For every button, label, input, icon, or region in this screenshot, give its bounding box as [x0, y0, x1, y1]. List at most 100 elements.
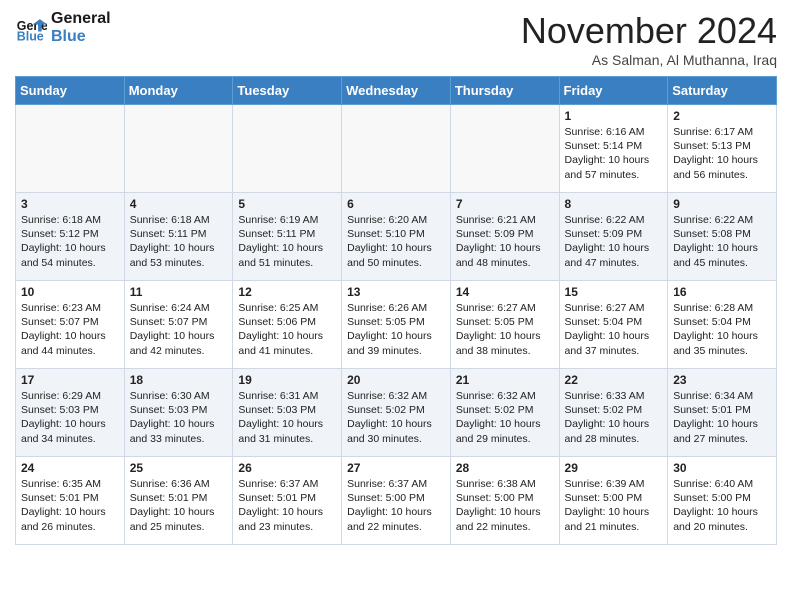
day-info: Daylight: 10 hours and 50 minutes. — [347, 241, 445, 269]
calendar-week-row: 1Sunrise: 6:16 AMSunset: 5:14 PMDaylight… — [16, 105, 777, 193]
day-info: Sunset: 5:04 PM — [673, 315, 771, 329]
day-number: 16 — [673, 285, 771, 299]
day-number: 18 — [130, 373, 228, 387]
day-info: Sunrise: 6:40 AM — [673, 477, 771, 491]
day-info: Daylight: 10 hours and 33 minutes. — [130, 417, 228, 445]
day-info: Daylight: 10 hours and 51 minutes. — [238, 241, 336, 269]
calendar-week-row: 3Sunrise: 6:18 AMSunset: 5:12 PMDaylight… — [16, 193, 777, 281]
day-number: 26 — [238, 461, 336, 475]
calendar-cell: 2Sunrise: 6:17 AMSunset: 5:13 PMDaylight… — [668, 105, 777, 193]
day-info: Sunrise: 6:16 AM — [565, 125, 663, 139]
day-info: Sunset: 5:00 PM — [673, 491, 771, 505]
day-info: Sunrise: 6:32 AM — [347, 389, 445, 403]
day-info: Sunset: 5:12 PM — [21, 227, 119, 241]
day-info: Daylight: 10 hours and 45 minutes. — [673, 241, 771, 269]
day-number: 29 — [565, 461, 663, 475]
day-number: 22 — [565, 373, 663, 387]
day-number: 3 — [21, 197, 119, 211]
day-info: Sunset: 5:02 PM — [456, 403, 554, 417]
day-info: Daylight: 10 hours and 26 minutes. — [21, 505, 119, 533]
day-info: Sunrise: 6:23 AM — [21, 301, 119, 315]
day-info: Sunrise: 6:37 AM — [347, 477, 445, 491]
day-info: Sunrise: 6:27 AM — [565, 301, 663, 315]
day-number: 13 — [347, 285, 445, 299]
day-info: Daylight: 10 hours and 30 minutes. — [347, 417, 445, 445]
day-info: Sunrise: 6:29 AM — [21, 389, 119, 403]
day-number: 2 — [673, 109, 771, 123]
day-info: Daylight: 10 hours and 56 minutes. — [673, 153, 771, 181]
day-info: Daylight: 10 hours and 22 minutes. — [347, 505, 445, 533]
calendar-cell: 4Sunrise: 6:18 AMSunset: 5:11 PMDaylight… — [124, 193, 233, 281]
calendar-cell — [450, 105, 559, 193]
calendar-cell — [233, 105, 342, 193]
calendar-cell: 25Sunrise: 6:36 AMSunset: 5:01 PMDayligh… — [124, 457, 233, 545]
calendar-cell: 10 Sunrise: 6:23 AMSunset: 5:07 PMDayligh… — [16, 281, 125, 369]
header-friday: Friday — [559, 77, 668, 105]
day-info: Sunset: 5:09 PM — [456, 227, 554, 241]
calendar-cell — [124, 105, 233, 193]
day-number: 6 — [347, 197, 445, 211]
calendar-cell: 6Sunrise: 6:20 AMSunset: 5:10 PMDaylight… — [342, 193, 451, 281]
day-info: Daylight: 10 hours and 34 minutes. — [21, 417, 119, 445]
day-info: Sunset: 5:02 PM — [347, 403, 445, 417]
day-info: Sunset: 5:06 PM — [238, 315, 336, 329]
day-info: Sunrise: 6:26 AM — [347, 301, 445, 315]
calendar-cell: 28Sunrise: 6:38 AMSunset: 5:00 PMDayligh… — [450, 457, 559, 545]
day-info: Daylight: 10 hours and 20 minutes. — [673, 505, 771, 533]
calendar-cell: 1Sunrise: 6:16 AMSunset: 5:14 PMDaylight… — [559, 105, 668, 193]
day-info: Daylight: 10 hours and 37 minutes. — [565, 329, 663, 357]
day-info: Daylight: 10 hours and 39 minutes. — [347, 329, 445, 357]
title-block: November 2024 As Salman, Al Muthanna, Ir… — [521, 10, 777, 68]
calendar-week-row: 24Sunrise: 6:35 AMSunset: 5:01 PMDayligh… — [16, 457, 777, 545]
page-header: General Blue General Blue November 2024 … — [15, 10, 777, 68]
logo-icon: General Blue — [15, 12, 47, 44]
day-number: 23 — [673, 373, 771, 387]
calendar-cell — [342, 105, 451, 193]
day-info: Daylight: 10 hours and 47 minutes. — [565, 241, 663, 269]
day-info: Daylight: 10 hours and 38 minutes. — [456, 329, 554, 357]
day-info: Sunset: 5:03 PM — [130, 403, 228, 417]
day-number: 4 — [130, 197, 228, 211]
day-info: Sunrise: 6:39 AM — [565, 477, 663, 491]
day-info: Daylight: 10 hours and 44 minutes. — [21, 329, 119, 357]
day-number: 9 — [673, 197, 771, 211]
day-info: Sunrise: 6:25 AM — [238, 301, 336, 315]
day-number: 17 — [21, 373, 119, 387]
day-info: Daylight: 10 hours and 29 minutes. — [456, 417, 554, 445]
day-info: Sunrise: 6:30 AM — [130, 389, 228, 403]
day-info: Sunset: 5:07 PM — [130, 315, 228, 329]
day-info: Sunrise: 6:27 AM — [456, 301, 554, 315]
day-info: Sunset: 5:02 PM — [565, 403, 663, 417]
day-info: Sunrise: 6:37 AM — [238, 477, 336, 491]
day-info: Sunset: 5:10 PM — [347, 227, 445, 241]
calendar-cell: 23Sunrise: 6:34 AMSunset: 5:01 PMDayligh… — [668, 369, 777, 457]
day-info: Sunrise: 6:19 AM — [238, 213, 336, 227]
day-info: Daylight: 10 hours and 42 minutes. — [130, 329, 228, 357]
calendar-cell: 24Sunrise: 6:35 AMSunset: 5:01 PMDayligh… — [16, 457, 125, 545]
day-number: 11 — [130, 285, 228, 299]
day-info: Daylight: 10 hours and 21 minutes. — [565, 505, 663, 533]
day-info: Sunset: 5:07 PM — [21, 315, 119, 329]
day-info: Sunset: 5:13 PM — [673, 139, 771, 153]
day-info: Sunset: 5:00 PM — [565, 491, 663, 505]
calendar-cell: 22Sunrise: 6:33 AMSunset: 5:02 PMDayligh… — [559, 369, 668, 457]
calendar-cell: 21Sunrise: 6:32 AMSunset: 5:02 PMDayligh… — [450, 369, 559, 457]
day-info: Sunset: 5:01 PM — [130, 491, 228, 505]
day-number: 21 — [456, 373, 554, 387]
day-info: Sunrise: 6:28 AM — [673, 301, 771, 315]
day-info: Daylight: 10 hours and 31 minutes. — [238, 417, 336, 445]
day-info: Sunrise: 6:21 AM — [456, 213, 554, 227]
day-info: Sunset: 5:05 PM — [347, 315, 445, 329]
calendar-cell: 17Sunrise: 6:29 AMSunset: 5:03 PMDayligh… — [16, 369, 125, 457]
day-info: Sunrise: 6:24 AM — [130, 301, 228, 315]
day-info: Daylight: 10 hours and 41 minutes. — [238, 329, 336, 357]
calendar-cell: 11 Sunrise: 6:24 AMSunset: 5:07 PMDayligh… — [124, 281, 233, 369]
day-info: Sunrise: 6:22 AM — [673, 213, 771, 227]
day-number: 5 — [238, 197, 336, 211]
calendar-cell: 26Sunrise: 6:37 AMSunset: 5:01 PMDayligh… — [233, 457, 342, 545]
day-info: Sunrise: 6:31 AM — [238, 389, 336, 403]
day-info: Sunset: 5:11 PM — [130, 227, 228, 241]
header-sunday: Sunday — [16, 77, 125, 105]
day-number: 10 — [21, 285, 119, 299]
calendar-cell: 18 Sunrise: 6:30 AMSunset: 5:03 PMDayligh… — [124, 369, 233, 457]
